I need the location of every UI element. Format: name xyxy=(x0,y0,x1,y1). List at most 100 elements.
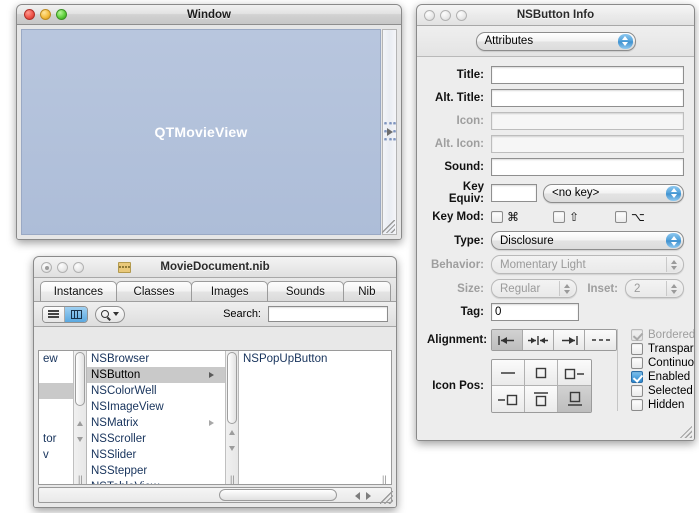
window-document[interactable]: Window QTMovieView xyxy=(16,4,402,240)
key-mod-shift[interactable]: ⇧ xyxy=(553,210,615,224)
tab-classes[interactable]: Classes xyxy=(115,281,193,301)
icon-pos-below-icon[interactable] xyxy=(558,386,591,412)
align-left-icon[interactable] xyxy=(492,330,523,350)
list-item[interactable]: NSStepper xyxy=(87,463,238,479)
class-browser[interactable]: ew tor v || NSBrowser NSButton NSColorWe… xyxy=(38,350,392,485)
zoom-button-icon[interactable] xyxy=(73,261,84,273)
scroll-up-arrow-icon[interactable] xyxy=(77,421,83,426)
tab-sounds[interactable]: Sounds xyxy=(267,281,344,301)
title-input[interactable] xyxy=(491,66,684,84)
popup-stepper-icon[interactable] xyxy=(666,233,681,248)
list-view-icon[interactable] xyxy=(43,306,65,322)
icon-pos-only-icon[interactable] xyxy=(525,360,558,386)
align-natural-icon[interactable] xyxy=(585,330,616,350)
flag-hidden[interactable]: Hidden xyxy=(631,399,694,411)
column-resize-grip-icon[interactable]: || xyxy=(230,475,235,484)
vertical-scrollbar-document[interactable] xyxy=(382,29,397,235)
inset-popup-button[interactable]: 2 xyxy=(625,279,684,298)
traffic-lights-nib[interactable] xyxy=(41,261,84,273)
list-item[interactable]: NSScroller xyxy=(87,431,238,447)
scrollbar-thumb[interactable] xyxy=(75,352,85,406)
minimize-button-icon[interactable] xyxy=(40,9,51,20)
icon-pos-above-icon[interactable] xyxy=(525,386,558,412)
horizontal-scrollbar[interactable] xyxy=(38,487,392,503)
popup-stepper-icon[interactable] xyxy=(617,33,633,49)
browser-column-0[interactable]: ew tor v || xyxy=(39,351,87,484)
tab-nib[interactable]: Nib xyxy=(342,281,391,301)
option-checkbox[interactable] xyxy=(615,211,627,223)
icon-input[interactable] xyxy=(491,112,684,130)
traffic-lights-inspector[interactable] xyxy=(424,9,467,21)
zoom-button-icon[interactable] xyxy=(56,9,67,20)
list-item[interactable]: NSImageView xyxy=(87,399,238,415)
pane-popup-button[interactable]: Attributes xyxy=(475,31,636,51)
close-button-icon[interactable] xyxy=(424,9,435,21)
resize-grip-icon[interactable] xyxy=(380,491,393,504)
command-checkbox[interactable] xyxy=(491,211,503,223)
list-item[interactable]: NSPopUpButton xyxy=(239,351,391,367)
column-2-scrollbar[interactable]: || xyxy=(378,351,391,484)
continuous-checkbox[interactable] xyxy=(631,357,643,369)
key-equiv-popup-button[interactable]: <no key> xyxy=(543,183,684,203)
qtmovieview-placeholder[interactable]: QTMovieView xyxy=(21,29,381,235)
behavior-popup-button[interactable]: Momentary Light xyxy=(491,255,684,274)
split-handle-dots-icon[interactable] xyxy=(384,122,396,141)
list-item[interactable]: NSSlider xyxy=(87,447,238,463)
close-button-icon[interactable] xyxy=(24,9,35,20)
align-center-icon[interactable] xyxy=(523,330,554,350)
bordered-checkbox[interactable] xyxy=(631,329,643,341)
popup-stepper-icon[interactable] xyxy=(666,281,681,296)
tab-images[interactable]: Images xyxy=(191,281,269,301)
flag-bordered[interactable]: Bordered xyxy=(631,329,694,341)
titlebar-nib[interactable]: MovieDocument.nib xyxy=(34,257,396,278)
alt-icon-input[interactable] xyxy=(491,135,684,153)
popup-stepper-icon[interactable] xyxy=(559,281,574,296)
transparent-checkbox[interactable] xyxy=(631,343,643,355)
resize-grip-icon[interactable] xyxy=(382,220,395,233)
list-item[interactable]: NSMatrix xyxy=(87,415,238,431)
column-resize-grip-icon[interactable]: || xyxy=(382,475,387,484)
alignment-segmented-control[interactable] xyxy=(491,329,617,351)
size-popup-button[interactable]: Regular xyxy=(491,279,577,298)
alt-title-input[interactable] xyxy=(491,89,684,107)
list-item[interactable]: NSBrowser xyxy=(87,351,238,367)
scroll-down-arrow-icon[interactable] xyxy=(229,446,235,451)
view-mode-segmented-control[interactable] xyxy=(42,305,88,323)
scroll-up-arrow-icon[interactable] xyxy=(229,430,235,435)
scrollbar-thumb[interactable] xyxy=(227,352,237,424)
sound-input[interactable] xyxy=(491,158,684,176)
resize-grip-icon[interactable] xyxy=(680,426,692,438)
search-input[interactable] xyxy=(268,306,388,322)
scroll-right-arrow-icon[interactable] xyxy=(366,492,371,500)
popup-stepper-icon[interactable] xyxy=(666,257,681,272)
nib-tab-bar[interactable]: Instances Classes Images Sounds Nib xyxy=(34,278,396,302)
flag-continuous[interactable]: Continuous xyxy=(631,357,694,369)
enabled-checkbox[interactable] xyxy=(631,371,643,383)
browser-column-1[interactable]: NSBrowser NSButton NSColorWell NSImageVi… xyxy=(87,351,239,484)
titlebar-inspector[interactable]: NSButton Info xyxy=(417,5,694,26)
list-item[interactable]: NSTableView xyxy=(87,479,238,484)
flag-selected[interactable]: Selected xyxy=(631,385,694,397)
search-menu-button[interactable] xyxy=(95,305,125,323)
scroll-down-arrow-icon[interactable] xyxy=(77,437,83,442)
type-popup-button[interactable]: Disclosure xyxy=(491,231,684,250)
key-equiv-input[interactable] xyxy=(491,184,537,202)
scrollbar-thumb[interactable] xyxy=(219,489,337,501)
nib-toolbar[interactable]: Search: xyxy=(34,302,396,327)
selected-checkbox[interactable] xyxy=(631,385,643,397)
column-resize-grip-icon[interactable]: || xyxy=(78,475,83,484)
list-item[interactable]: NSButton xyxy=(87,367,238,383)
scroll-left-arrow-icon[interactable] xyxy=(355,492,360,500)
window-nib-document[interactable]: MovieDocument.nib Instances Classes Imag… xyxy=(33,256,397,508)
align-right-icon[interactable] xyxy=(554,330,585,350)
titlebar-document[interactable]: Window xyxy=(17,5,401,25)
hidden-checkbox[interactable] xyxy=(631,399,643,411)
tab-instances[interactable]: Instances xyxy=(40,281,117,301)
minimize-button-icon[interactable] xyxy=(57,261,68,273)
traffic-lights-document[interactable] xyxy=(24,9,67,20)
column-1-scrollbar[interactable]: || xyxy=(225,351,238,484)
window-inspector[interactable]: NSButton Info Attributes Title: Alt. Tit… xyxy=(416,4,695,441)
icon-pos-right-icon[interactable] xyxy=(492,386,525,412)
flag-transparent[interactable]: Transparent xyxy=(631,343,694,355)
list-item[interactable]: NSColorWell xyxy=(87,383,238,399)
